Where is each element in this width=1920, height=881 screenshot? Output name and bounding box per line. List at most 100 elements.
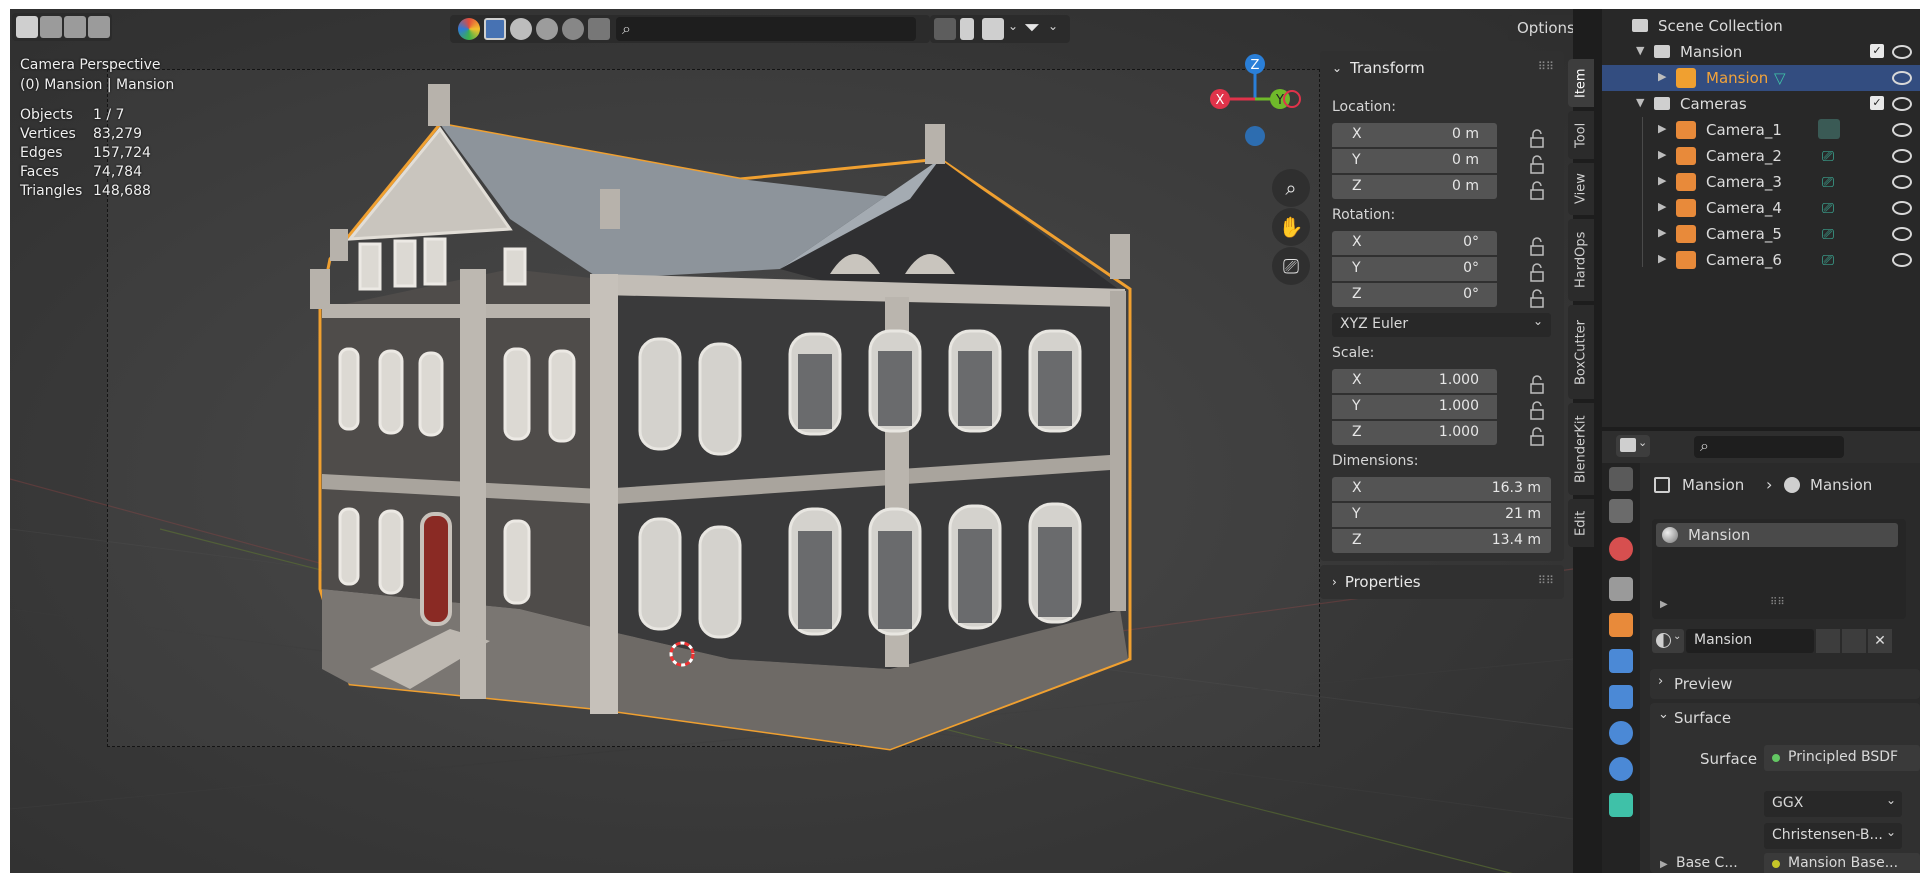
subsurface-method-dropdown[interactable]: Christensen-B... ⌄ <box>1764 823 1902 849</box>
material-slot-item[interactable]: Mansion <box>1656 523 1898 547</box>
outliner-camera-row[interactable]: ▶ Camera_3 ⎚ <box>1602 169 1920 195</box>
base-color-field[interactable]: Mansion Base... <box>1764 853 1920 873</box>
drag-handle-icon[interactable]: ⠿⠿ <box>1538 574 1554 587</box>
tab-physics-icon[interactable] <box>1609 721 1633 745</box>
visibility-eye-icon[interactable] <box>1892 253 1912 267</box>
outliner-cameras-collection[interactable]: ▼ Cameras ✓ <box>1602 91 1920 117</box>
duplicate-material-icon[interactable] <box>1842 629 1866 653</box>
visibility-eye-icon[interactable] <box>1892 71 1912 85</box>
select-intersect-icon[interactable] <box>88 16 110 38</box>
lock-icon[interactable] <box>1530 401 1544 420</box>
resize-handle-icon[interactable]: ⠿⠿ <box>1770 597 1785 608</box>
visibility-eye-icon[interactable] <box>1892 45 1912 59</box>
outliner-camera-row[interactable]: ▶ Camera_4 ⎚ <box>1602 195 1920 221</box>
chevron-down-icon[interactable]: ⌄ <box>1008 19 1018 33</box>
rendered-shading-icon[interactable] <box>536 18 558 40</box>
solid-shading-icon[interactable] <box>484 18 506 40</box>
snap-icon[interactable] <box>934 18 956 40</box>
visibility-eye-icon[interactable] <box>1892 175 1912 189</box>
expand-toggle-icon[interactable]: ▶ <box>1658 148 1666 161</box>
exclude-checkbox[interactable]: ✓ <box>1870 96 1884 110</box>
outliner-camera-row[interactable]: ▶ Camera_6 ⎚ <box>1602 247 1920 273</box>
options-dropdown[interactable]: Options ⌄ <box>1508 15 1573 41</box>
zoom-icon[interactable]: ⌕ <box>1272 169 1310 207</box>
outliner-camera-row[interactable]: ▶ Camera_2 ⎚ <box>1602 143 1920 169</box>
tab-object-icon[interactable] <box>1609 613 1633 637</box>
tab-boxcutter[interactable]: BoxCutter <box>1568 305 1594 399</box>
outliner-scene-collection[interactable]: Scene Collection <box>1602 13 1920 39</box>
camera-data-icon[interactable]: ⎚ <box>1822 225 1834 243</box>
lock-icon[interactable] <box>1530 129 1544 148</box>
tab-collection-icon[interactable] <box>1609 577 1633 601</box>
expand-toggle-icon[interactable]: ▼ <box>1636 96 1644 109</box>
browse-material-button[interactable]: ⌄ <box>1652 629 1684 653</box>
camera-data-icon[interactable]: ⎚ <box>1822 173 1834 191</box>
preview-panel[interactable]: › Preview <box>1650 669 1920 699</box>
world-shading-icon[interactable] <box>562 18 584 40</box>
tab-tool[interactable]: Tool <box>1568 111 1594 159</box>
tab-constraints-icon[interactable] <box>1609 757 1633 781</box>
lock-icon[interactable] <box>1530 375 1544 394</box>
material-shading-icon[interactable] <box>510 18 532 40</box>
search-input[interactable]: ⌕ <box>616 17 916 41</box>
properties-search-input[interactable]: ⌕ <box>1694 436 1844 458</box>
chevron-down-icon[interactable]: ⌄ <box>1048 19 1058 33</box>
properties-panel-header[interactable]: › Properties ⠿⠿ <box>1320 565 1564 599</box>
expand-toggle-icon[interactable]: ▶ <box>1658 200 1666 213</box>
select-extend-icon[interactable] <box>40 16 62 38</box>
tab-hardops[interactable]: HardOps <box>1568 219 1594 301</box>
outliner-camera-row[interactable]: ▶ Camera_1 <box>1602 117 1920 143</box>
select-subtract-icon[interactable] <box>64 16 86 38</box>
tab-item[interactable]: Item <box>1568 59 1594 107</box>
tab-modifier-wrench-icon[interactable] <box>1609 649 1633 673</box>
expand-toggle-icon[interactable]: ▶ <box>1658 122 1666 135</box>
lock-icon[interactable] <box>1530 155 1544 174</box>
unlink-close-icon[interactable]: ✕ <box>1868 629 1892 653</box>
camera-data-icon[interactable]: ⎚ <box>1822 251 1834 269</box>
visibility-eye-icon[interactable] <box>1892 123 1912 137</box>
lock-icon[interactable] <box>1530 427 1544 446</box>
bookmark-icon[interactable] <box>960 18 974 40</box>
visibility-eye-icon[interactable] <box>1892 149 1912 163</box>
select-box-icon[interactable] <box>16 16 38 38</box>
distribution-dropdown[interactable]: GGX ⌄ <box>1764 791 1902 817</box>
tab-view[interactable]: View <box>1568 163 1594 215</box>
lock-icon[interactable] <box>1530 237 1544 256</box>
tab-render-icon[interactable] <box>1609 467 1633 491</box>
outliner-camera-row[interactable]: ▶ Camera_5 ⎚ <box>1602 221 1920 247</box>
expand-toggle-icon[interactable]: ▶ <box>1658 174 1666 187</box>
tab-object-data-icon[interactable] <box>1609 793 1633 817</box>
tab-blenderkit[interactable]: BlenderKit <box>1568 403 1594 495</box>
camera-data-icon[interactable] <box>1818 119 1840 139</box>
visibility-eye-icon[interactable] <box>1892 227 1912 241</box>
expand-toggle-icon[interactable]: ▼ <box>1636 44 1644 57</box>
overlay-tool-icon[interactable] <box>588 18 610 40</box>
surface-shader-field[interactable]: Principled BSDF <box>1764 745 1920 771</box>
outliner-mansion-collection[interactable]: ▼ Mansion ✓ <box>1602 39 1920 65</box>
lock-icon[interactable] <box>1530 181 1544 200</box>
gizmo-toggle-icon[interactable] <box>458 18 480 40</box>
mansion-model[interactable] <box>310 69 1160 759</box>
filter-icon[interactable]: ⏷ <box>1024 15 1040 39</box>
fake-user-shield-icon[interactable] <box>1816 629 1840 653</box>
pan-hand-icon[interactable]: ✋ <box>1272 208 1310 246</box>
collection-view-icon[interactable] <box>982 18 1004 40</box>
material-name-field[interactable]: Mansion <box>1686 629 1814 653</box>
expand-toggle-icon[interactable]: ▶ <box>1660 859 1668 870</box>
chevron-down-icon[interactable]: ⌄ <box>1658 707 1669 722</box>
camera-view-icon[interactable]: ⎚ <box>1272 247 1310 285</box>
expand-toggle-icon[interactable]: ▶ <box>1658 226 1666 239</box>
camera-data-icon[interactable]: ⎚ <box>1822 199 1834 217</box>
lock-icon[interactable] <box>1530 263 1544 282</box>
tab-edit[interactable]: Edit <box>1568 499 1594 547</box>
tab-world-icon[interactable] <box>1609 537 1633 561</box>
editor-type-dropdown[interactable]: ⌄ <box>1616 435 1650 457</box>
tab-particles-icon[interactable] <box>1609 685 1633 709</box>
tab-output-icon[interactable] <box>1609 499 1633 523</box>
expand-toggle-icon[interactable]: ▶ <box>1658 252 1666 265</box>
expand-toggle-icon[interactable]: ▶ <box>1658 70 1666 83</box>
visibility-eye-icon[interactable] <box>1892 97 1912 111</box>
exclude-checkbox[interactable]: ✓ <box>1870 44 1884 58</box>
camera-data-icon[interactable]: ⎚ <box>1822 147 1834 165</box>
outliner-mansion-object[interactable]: ▶ Mansion ▽ <box>1602 65 1920 91</box>
